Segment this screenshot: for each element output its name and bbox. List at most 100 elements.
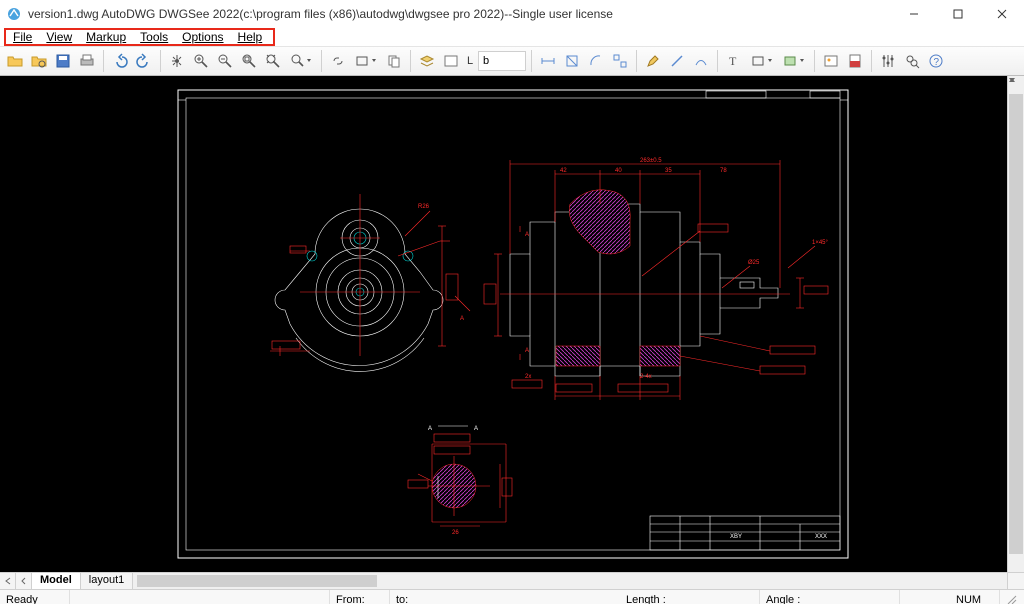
toolbar-separator <box>103 50 104 72</box>
menu-bar: File View Markup Tools Options Help <box>0 28 1024 46</box>
open-button[interactable] <box>4 50 26 72</box>
menu-markup[interactable]: Markup <box>79 30 133 44</box>
svg-text:42: 42 <box>560 168 567 174</box>
measure-count-button[interactable] <box>609 50 631 72</box>
app-icon <box>6 6 22 22</box>
export-pdf-button[interactable] <box>844 50 866 72</box>
browse-button[interactable] <box>28 50 50 72</box>
title-bar: version1.dwg AutoDWG DWGSee 2022(c:\prog… <box>0 0 1024 28</box>
help-button[interactable]: ? <box>925 50 947 72</box>
layout-tab-bar: Model layout1 <box>0 572 1024 589</box>
pan-button[interactable] <box>166 50 188 72</box>
markup-brush-button[interactable] <box>690 50 712 72</box>
svg-text:?: ? <box>934 57 940 68</box>
side-view: 42 40 35 78 263±0.5 1×45° 2x 2-4x <box>484 158 829 400</box>
status-ready: Ready <box>0 590 70 604</box>
text-button[interactable]: T <box>723 50 745 72</box>
detail-view: A A 26 <box>408 426 512 536</box>
layer-combo[interactable]: b <box>478 51 526 71</box>
tab-first-button[interactable] <box>0 573 16 589</box>
maximize-button[interactable] <box>936 0 980 28</box>
svg-text:R26: R26 <box>418 204 430 210</box>
layer-button[interactable] <box>416 50 438 72</box>
markup-line-button[interactable] <box>666 50 688 72</box>
toolbar-separator <box>321 50 322 72</box>
svg-text:A: A <box>460 316 464 322</box>
horizontal-scrollbar[interactable] <box>133 573 1007 589</box>
markup-pen-button[interactable] <box>642 50 664 72</box>
save-button[interactable] <box>52 50 74 72</box>
svg-text:2x: 2x <box>525 374 531 380</box>
svg-text:XBY: XBY <box>730 534 742 540</box>
vertical-scrollbar[interactable] <box>1007 76 1024 572</box>
svg-text:A: A <box>525 348 529 354</box>
status-from: From: <box>330 590 390 604</box>
settings-button[interactable] <box>877 50 899 72</box>
svg-text:Ø25: Ø25 <box>748 260 760 266</box>
close-button[interactable] <box>980 0 1024 28</box>
layer-prev-button[interactable] <box>440 50 462 72</box>
drawing-canvas[interactable]: XBY XXX <box>0 76 1024 572</box>
toolbar-separator <box>717 50 718 72</box>
print-button[interactable] <box>76 50 98 72</box>
toolbar-separator <box>814 50 815 72</box>
zoom-dropdown[interactable] <box>286 50 316 72</box>
shape-stamp-dropdown[interactable] <box>779 50 809 72</box>
find-button[interactable] <box>901 50 923 72</box>
redo-button[interactable] <box>133 50 155 72</box>
svg-text:263±0.5: 263±0.5 <box>640 158 662 164</box>
measure-area-button[interactable] <box>561 50 583 72</box>
shape-rect-dropdown[interactable] <box>747 50 777 72</box>
svg-text:78: 78 <box>720 168 727 174</box>
menu-help[interactable]: Help <box>231 30 270 44</box>
toolbar-separator <box>871 50 872 72</box>
zoom-in-button[interactable] <box>190 50 212 72</box>
svg-text:T: T <box>729 54 737 68</box>
link-button[interactable] <box>327 50 349 72</box>
tab-layout1[interactable]: layout1 <box>81 573 133 589</box>
link-dropdown[interactable] <box>351 50 381 72</box>
svg-text:XXX: XXX <box>815 534 827 540</box>
scroll-thumb[interactable] <box>1009 94 1023 554</box>
window-title: version1.dwg AutoDWG DWGSee 2022(c:\prog… <box>28 7 892 21</box>
toolbar-separator <box>531 50 532 72</box>
menu-tools[interactable]: Tools <box>133 30 175 44</box>
export-image-button[interactable] <box>820 50 842 72</box>
svg-text:A: A <box>474 426 478 432</box>
tab-prev-button[interactable] <box>16 573 32 589</box>
title-block: XBY XXX <box>650 516 840 550</box>
undo-button[interactable] <box>109 50 131 72</box>
zoom-window-button[interactable] <box>238 50 260 72</box>
status-bar: Ready From: to: Length : Angle : NUM <box>0 589 1024 604</box>
hscroll-thumb[interactable] <box>137 575 377 587</box>
toolbar-separator <box>160 50 161 72</box>
zoom-extents-button[interactable] <box>262 50 284 72</box>
status-angle: Angle : <box>760 590 900 604</box>
toolbar: L b T ? <box>0 46 1024 76</box>
front-view: R26 A <box>270 194 470 371</box>
svg-text:1×45°: 1×45° <box>812 240 829 246</box>
zoom-out-button[interactable] <box>214 50 236 72</box>
measure-arc-button[interactable] <box>585 50 607 72</box>
minimize-button[interactable] <box>892 0 936 28</box>
toolbar-separator <box>410 50 411 72</box>
svg-text:40: 40 <box>615 168 622 174</box>
toolbar-separator <box>636 50 637 72</box>
svg-text:35: 35 <box>665 168 672 174</box>
svg-text:A: A <box>428 426 432 432</box>
measure-dist-button[interactable] <box>537 50 559 72</box>
menu-file[interactable]: File <box>6 30 39 44</box>
status-length: Length : <box>620 590 760 604</box>
svg-text:26: 26 <box>452 530 459 536</box>
menu-highlight: File View Markup Tools Options Help <box>4 28 275 46</box>
scroll-down-icon[interactable] <box>1008 555 1024 572</box>
menu-view[interactable]: View <box>39 30 79 44</box>
tab-model[interactable]: Model <box>32 573 81 589</box>
scroll-corner <box>1007 573 1024 589</box>
svg-text:A: A <box>525 232 529 238</box>
status-num: NUM <box>950 590 1000 604</box>
window-controls <box>892 0 1024 28</box>
copy-button[interactable] <box>383 50 405 72</box>
resize-grip[interactable] <box>1000 590 1024 604</box>
menu-options[interactable]: Options <box>175 30 230 44</box>
